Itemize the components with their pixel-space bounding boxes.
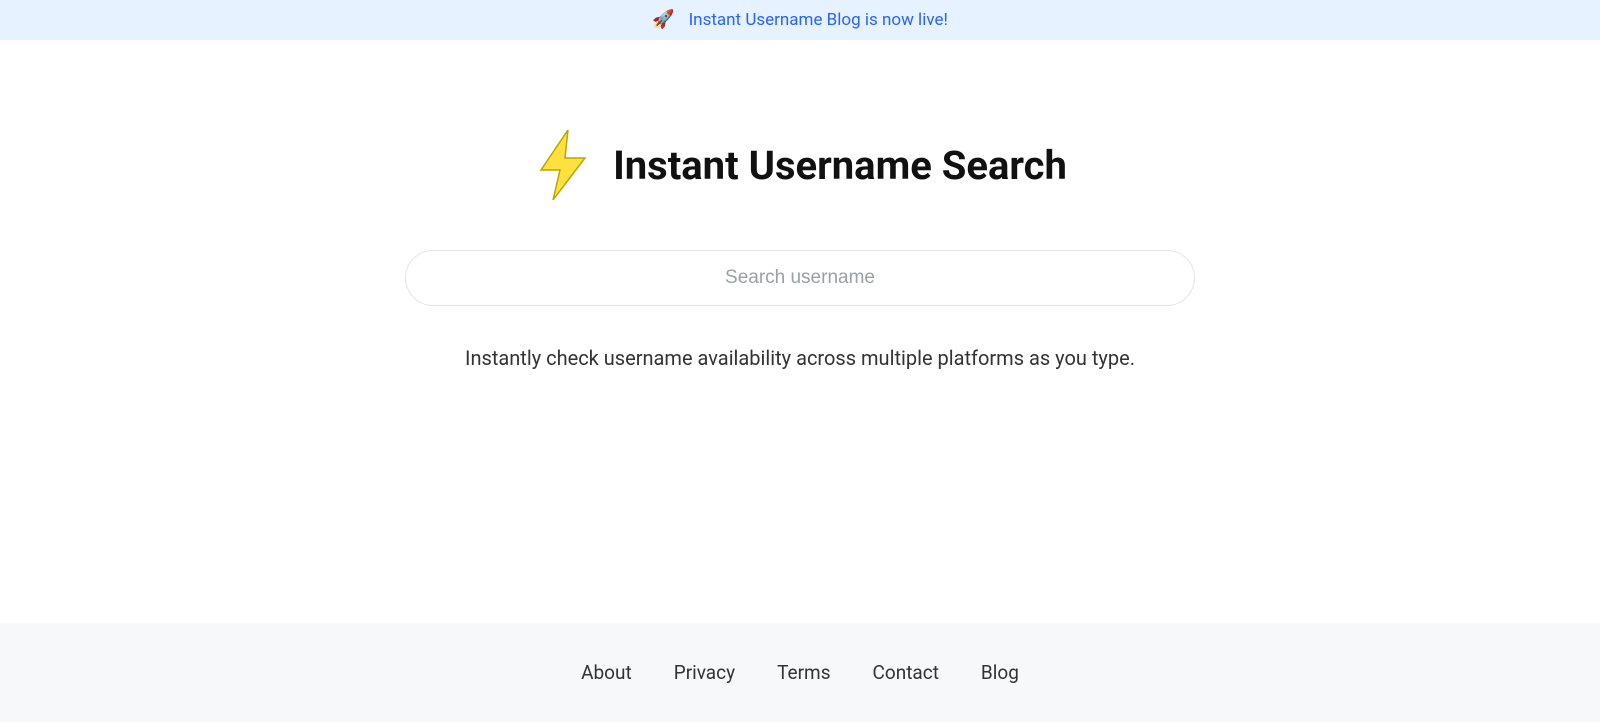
footer-link-terms[interactable]: Terms <box>777 661 830 684</box>
footer-link-privacy[interactable]: Privacy <box>674 661 735 684</box>
hero: Instant Username Search Instantly check … <box>0 130 1600 370</box>
search-wrap <box>405 250 1195 306</box>
footer-link-about[interactable]: About <box>581 661 632 684</box>
footer-links: About Privacy Terms Contact Blog <box>0 661 1600 684</box>
announcement-link[interactable]: Instant Username Blog is now live! <box>689 10 948 30</box>
footer: About Privacy Terms Contact Blog <box>0 623 1600 722</box>
lightning-bolt-icon <box>533 130 593 200</box>
footer-link-contact[interactable]: Contact <box>873 661 939 684</box>
footer-link-blog[interactable]: Blog <box>981 661 1019 684</box>
page-title: Instant Username Search <box>613 142 1067 189</box>
search-input[interactable] <box>405 250 1195 306</box>
tagline: Instantly check username availability ac… <box>465 346 1135 370</box>
main-content: Instant Username Search Instantly check … <box>0 40 1600 623</box>
title-row: Instant Username Search <box>533 130 1067 200</box>
rocket-icon: 🚀 <box>652 11 674 29</box>
announcement-banner: 🚀 Instant Username Blog is now live! <box>0 0 1600 40</box>
